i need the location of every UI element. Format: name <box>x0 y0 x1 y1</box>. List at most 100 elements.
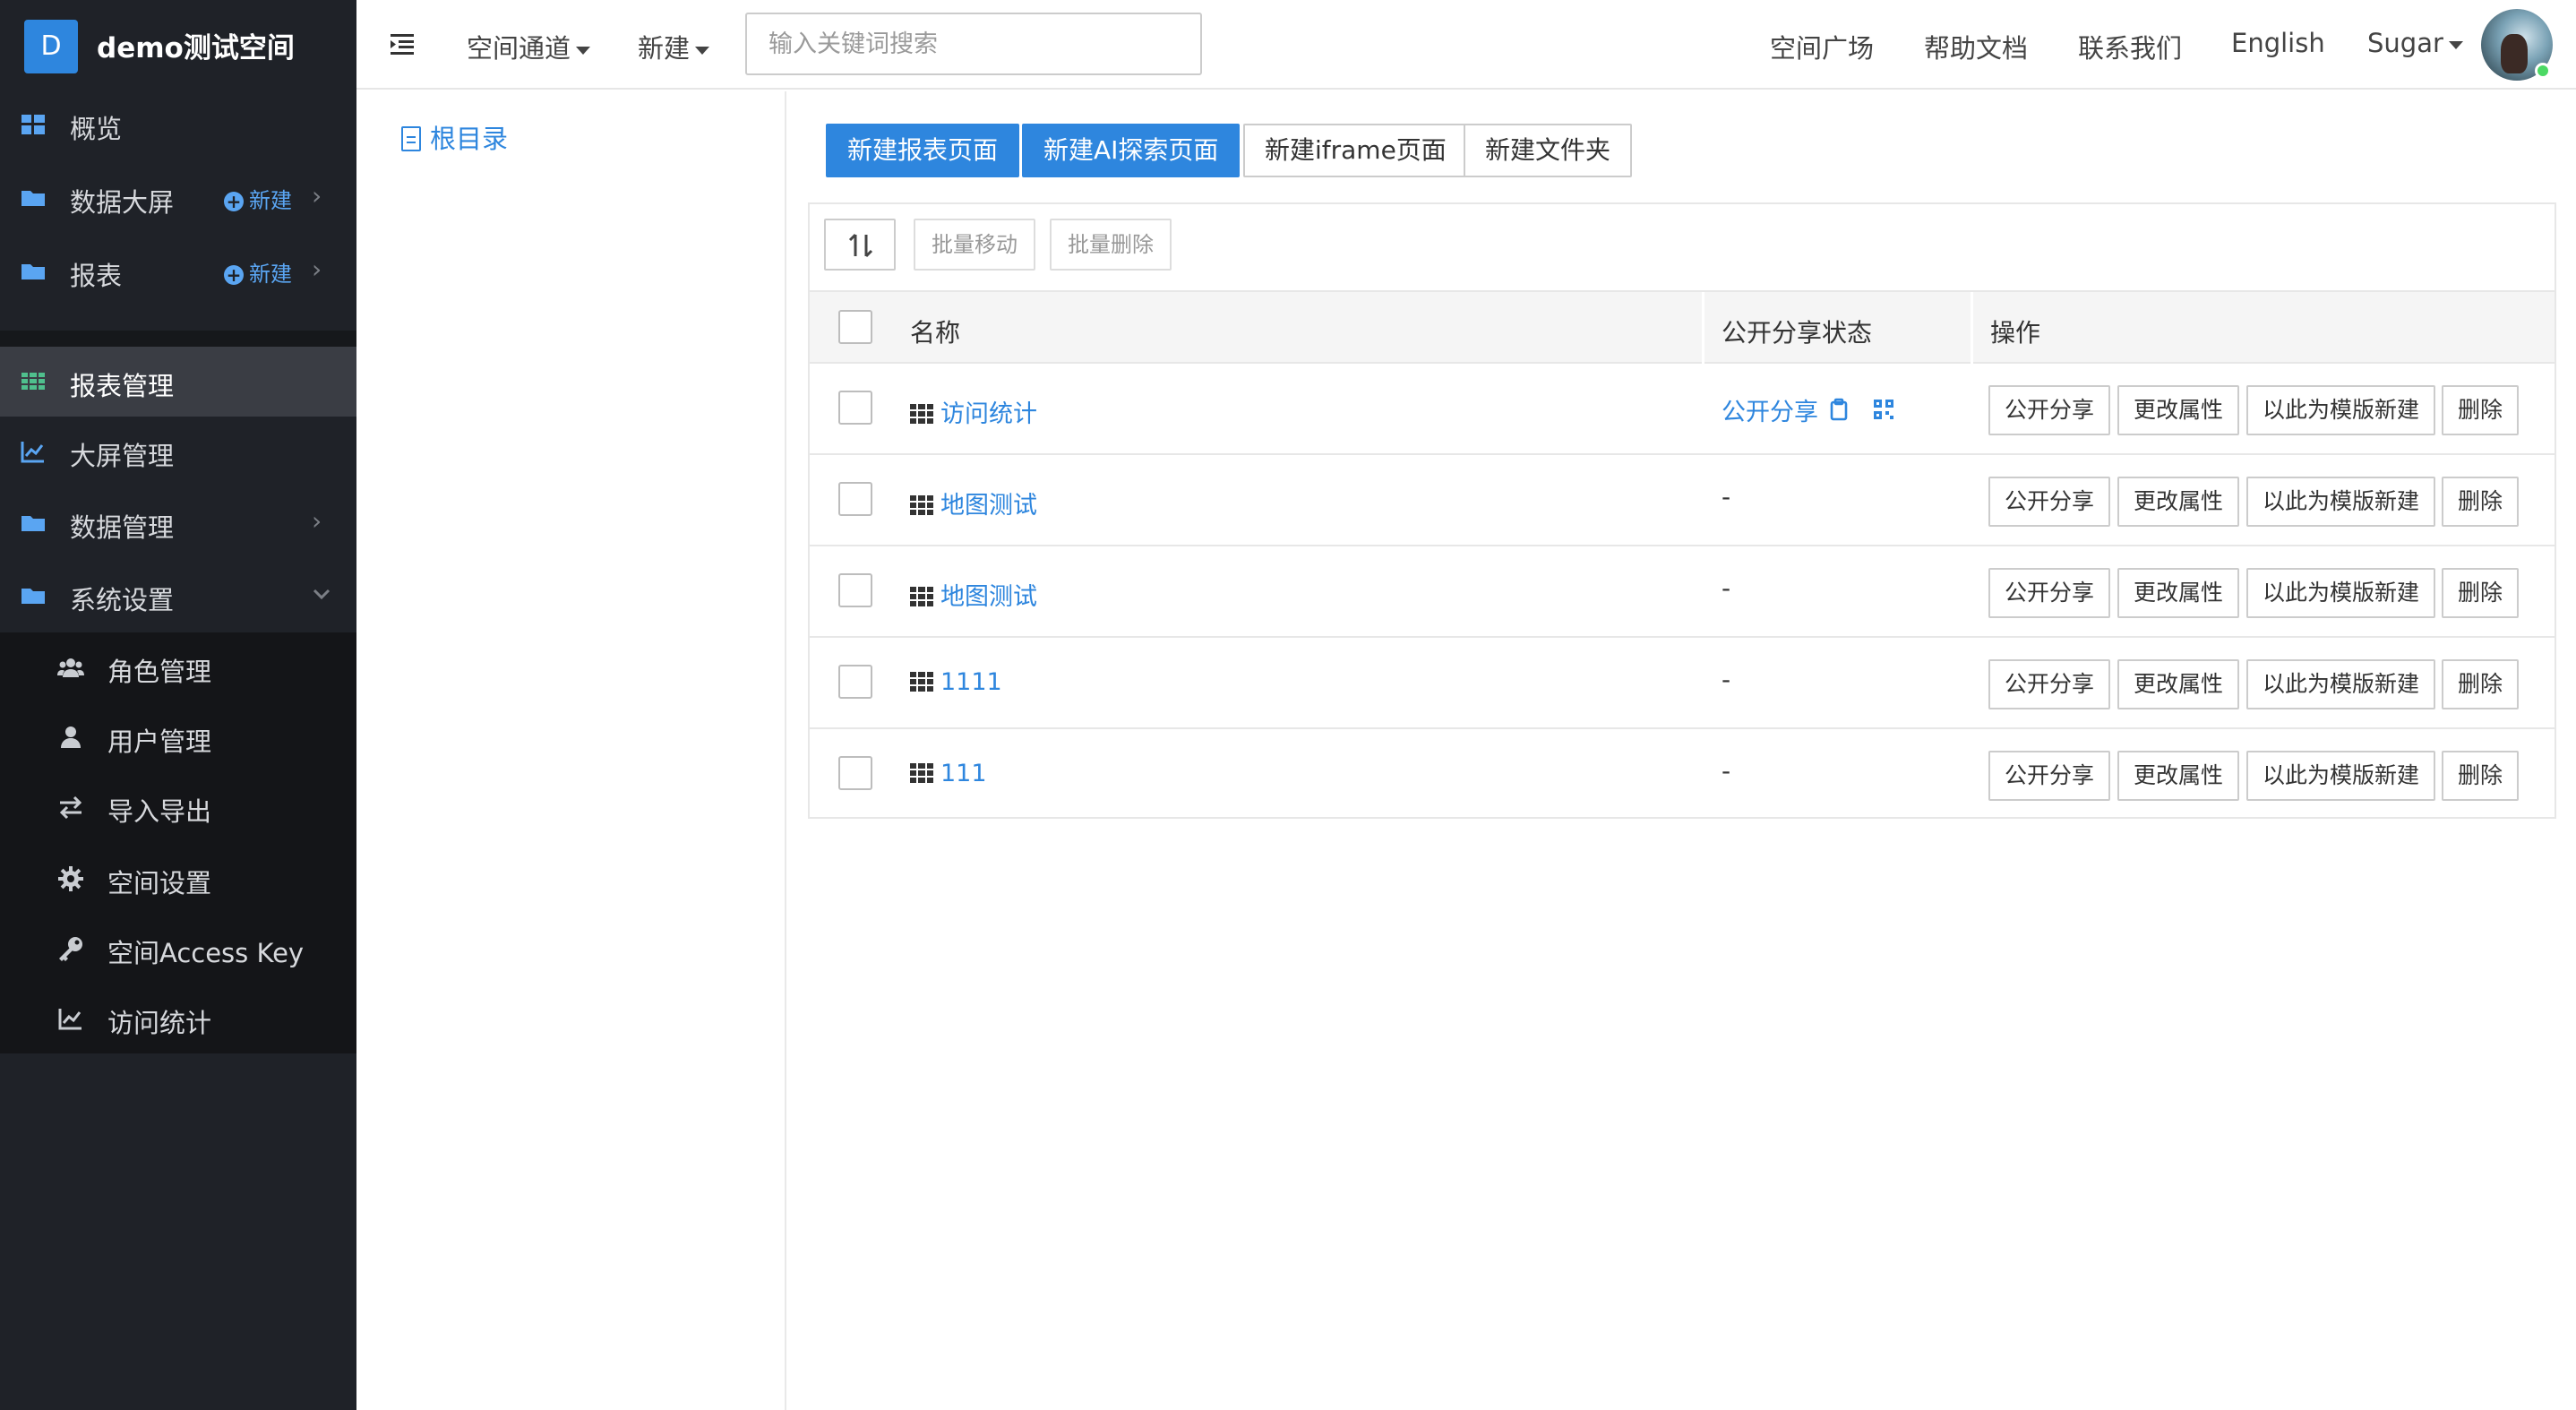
online-status-dot <box>2535 63 2551 79</box>
report-grid-icon <box>910 587 933 606</box>
sidebar-item-users[interactable]: 用户管理 <box>0 702 356 772</box>
sidebar-item-label: 空间设置 <box>107 868 212 898</box>
public-share-button[interactable]: 公开分享 <box>1988 568 2111 618</box>
report-name-link[interactable]: 111 <box>910 760 987 787</box>
sidebar-item-label: 报表管理 <box>70 371 175 401</box>
sidebar-item-overview[interactable]: 概览 <box>0 90 356 159</box>
folder-icon <box>21 589 45 604</box>
system-settings-submenu: 角色管理 用户管理 导入导出 空间设置 空间Access Key 访问统计 <box>0 632 356 1053</box>
new-big-screen-button[interactable]: + 新建 <box>224 183 292 214</box>
contact-us-link[interactable]: 联系我们 <box>2078 28 2182 65</box>
delete-button[interactable]: 删除 <box>2442 751 2520 801</box>
delete-button[interactable]: 删除 <box>2442 659 2520 709</box>
directory-panel: 根目录 <box>356 91 786 1410</box>
new-from-template-button[interactable]: 以此为模版新建 <box>2246 751 2436 801</box>
edit-properties-button[interactable]: 更改属性 <box>2117 568 2240 618</box>
new-report-page-button[interactable]: 新建报表页面 <box>826 124 1020 177</box>
search-input[interactable] <box>745 13 1202 75</box>
table-row: 111 - 公开分享 更改属性 以此为模版新建 删除 <box>810 729 2555 821</box>
report-name-link[interactable]: 1111 <box>910 668 1002 696</box>
chevron-right-icon: › <box>312 506 322 536</box>
new-from-template-button[interactable]: 以此为模版新建 <box>2246 659 2436 709</box>
sidebar-item-screen-management[interactable]: 大屏管理 <box>0 417 356 486</box>
sort-icon <box>848 233 873 258</box>
edit-properties-button[interactable]: 更改属性 <box>2117 751 2240 801</box>
share-status: - <box>1722 482 1731 512</box>
report-name-link[interactable]: 地图测试 <box>910 486 1037 520</box>
document-icon <box>401 126 421 151</box>
language-english-link[interactable]: English <box>2231 28 2325 58</box>
table-row: 地图测试 - 公开分享 更改属性 以此为模版新建 删除 <box>810 546 2555 638</box>
sidebar-item-label: 概览 <box>70 114 123 144</box>
help-docs-link[interactable]: 帮助文档 <box>1924 28 2028 65</box>
row-checkbox[interactable] <box>838 756 872 790</box>
sidebar-item-import-export[interactable]: 导入导出 <box>0 772 356 842</box>
select-all-checkbox[interactable] <box>838 310 872 344</box>
key-icon <box>59 937 82 961</box>
public-share-button[interactable]: 公开分享 <box>1988 659 2111 709</box>
sidebar-item-report-management[interactable]: 报表管理 <box>0 347 356 417</box>
new-from-template-button[interactable]: 以此为模版新建 <box>2246 477 2436 527</box>
public-share-button[interactable]: 公开分享 <box>1988 751 2111 801</box>
space-channel-dropdown[interactable]: 空间通道 <box>467 28 591 65</box>
caret-down-icon <box>576 46 591 55</box>
edit-properties-button[interactable]: 更改属性 <box>2117 477 2240 527</box>
chevron-down-icon <box>313 589 331 600</box>
report-name-link[interactable]: 地图测试 <box>910 577 1037 612</box>
copy-icon[interactable] <box>1827 398 1850 421</box>
new-report-button[interactable]: + 新建 <box>224 256 292 288</box>
space-header[interactable]: D demo测试空间 <box>0 0 356 90</box>
table-row: 访问统计 公开分享 公开分享 更改属性 以此为模版新建 删除 <box>810 364 2555 455</box>
batch-move-button[interactable]: 批量移动 <box>914 219 1035 271</box>
new-ai-explore-page-button[interactable]: 新建AI探索页面 <box>1022 124 1241 177</box>
folder-icon <box>21 191 45 206</box>
delete-button[interactable]: 删除 <box>2442 568 2520 618</box>
row-checkbox[interactable] <box>838 482 872 516</box>
caret-down-icon <box>2448 40 2463 49</box>
space-plaza-link[interactable]: 空间广场 <box>1770 28 1874 65</box>
report-grid-icon <box>910 404 933 424</box>
edit-properties-button[interactable]: 更改属性 <box>2117 659 2240 709</box>
row-checkbox[interactable] <box>838 665 872 699</box>
user-menu-dropdown[interactable]: Sugar <box>2367 28 2463 58</box>
sidebar-item-data-management[interactable]: 数据管理 › <box>0 488 356 558</box>
share-status: - <box>1722 756 1731 786</box>
report-list-card: 批量移动 批量删除 名称 公开分享状态 操作 访问统计 公开分享 公开分享 更改… <box>808 202 2556 819</box>
report-name-link[interactable]: 访问统计 <box>910 394 1037 429</box>
new-folder-button[interactable]: 新建文件夹 <box>1464 124 1633 177</box>
top-header: 空间通道 新建 空间广场 帮助文档 联系我们 English Sugar <box>356 0 2576 90</box>
plus-circle-icon: + <box>224 192 244 211</box>
sidebar-item-report[interactable]: 报表 + 新建 › <box>0 236 356 306</box>
delete-button[interactable]: 删除 <box>2442 385 2520 435</box>
grid-icon <box>21 373 45 390</box>
sidebar-item-system-settings[interactable]: 系统设置 <box>0 561 356 631</box>
share-status-link[interactable]: 公开分享 <box>1722 392 1818 427</box>
new-from-template-button[interactable]: 以此为模版新建 <box>2246 568 2436 618</box>
batch-delete-button[interactable]: 批量删除 <box>1050 219 1172 271</box>
sort-button[interactable] <box>824 219 896 271</box>
sidebar-item-access-key[interactable]: 空间Access Key <box>0 914 356 984</box>
qrcode-icon[interactable] <box>1872 398 1895 421</box>
sidebar-item-big-screen[interactable]: 数据大屏 + 新建 › <box>0 163 356 233</box>
plus-circle-icon: + <box>224 265 244 285</box>
space-logo: D <box>24 20 78 73</box>
new-from-template-button[interactable]: 以此为模版新建 <box>2246 385 2436 435</box>
delete-button[interactable]: 删除 <box>2442 477 2520 527</box>
sidebar-item-label: 角色管理 <box>107 657 212 687</box>
row-checkbox[interactable] <box>838 391 872 425</box>
sidebar-item-visit-stats[interactable]: 访问统计 <box>0 984 356 1053</box>
public-share-button[interactable]: 公开分享 <box>1988 477 2111 527</box>
row-checkbox[interactable] <box>838 573 872 607</box>
column-header-share-status: 公开分享状态 <box>1722 318 1873 348</box>
collapse-menu-icon[interactable] <box>389 30 416 57</box>
column-header-actions: 操作 <box>1990 318 2041 348</box>
new-iframe-page-button[interactable]: 新建iframe页面 <box>1243 124 1468 177</box>
edit-properties-button[interactable]: 更改属性 <box>2117 385 2240 435</box>
root-directory-link[interactable]: 根目录 <box>401 118 508 156</box>
caret-down-icon <box>695 46 710 55</box>
sidebar-item-space-settings[interactable]: 空间设置 <box>0 844 356 914</box>
new-dropdown[interactable]: 新建 <box>638 28 710 65</box>
space-title: demo测试空间 <box>97 32 295 64</box>
public-share-button[interactable]: 公开分享 <box>1988 385 2111 435</box>
sidebar-item-roles[interactable]: 角色管理 <box>0 632 356 702</box>
